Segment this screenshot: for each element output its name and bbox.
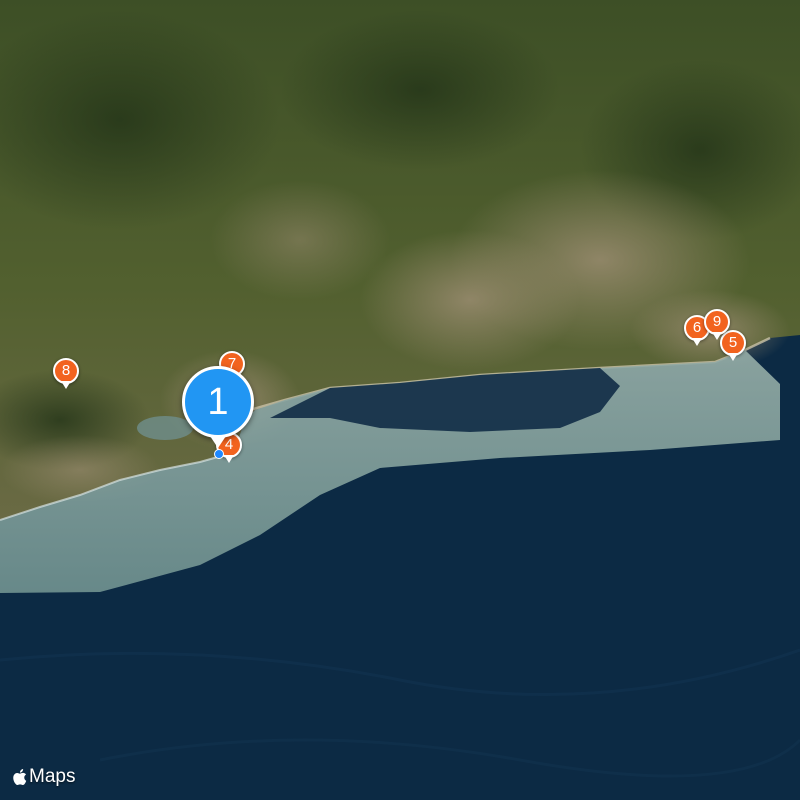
marker-4-pointer	[224, 455, 234, 463]
satellite-imagery	[0, 0, 800, 800]
marker-5-pointer	[728, 353, 738, 361]
marker-1-pointer	[210, 436, 226, 448]
maps-label: Maps	[29, 766, 76, 787]
marker-1-label: 1	[182, 366, 254, 438]
marker-6-pointer	[692, 338, 702, 346]
apple-logo-icon	[13, 769, 27, 786]
map-view[interactable]: 8 7 4 6 5 9 1 Maps	[0, 0, 800, 800]
current-location-dot	[214, 449, 224, 459]
marker-8-pointer	[61, 381, 71, 389]
maps-attribution[interactable]: Maps	[12, 766, 75, 788]
marker-9-pointer	[712, 332, 722, 340]
